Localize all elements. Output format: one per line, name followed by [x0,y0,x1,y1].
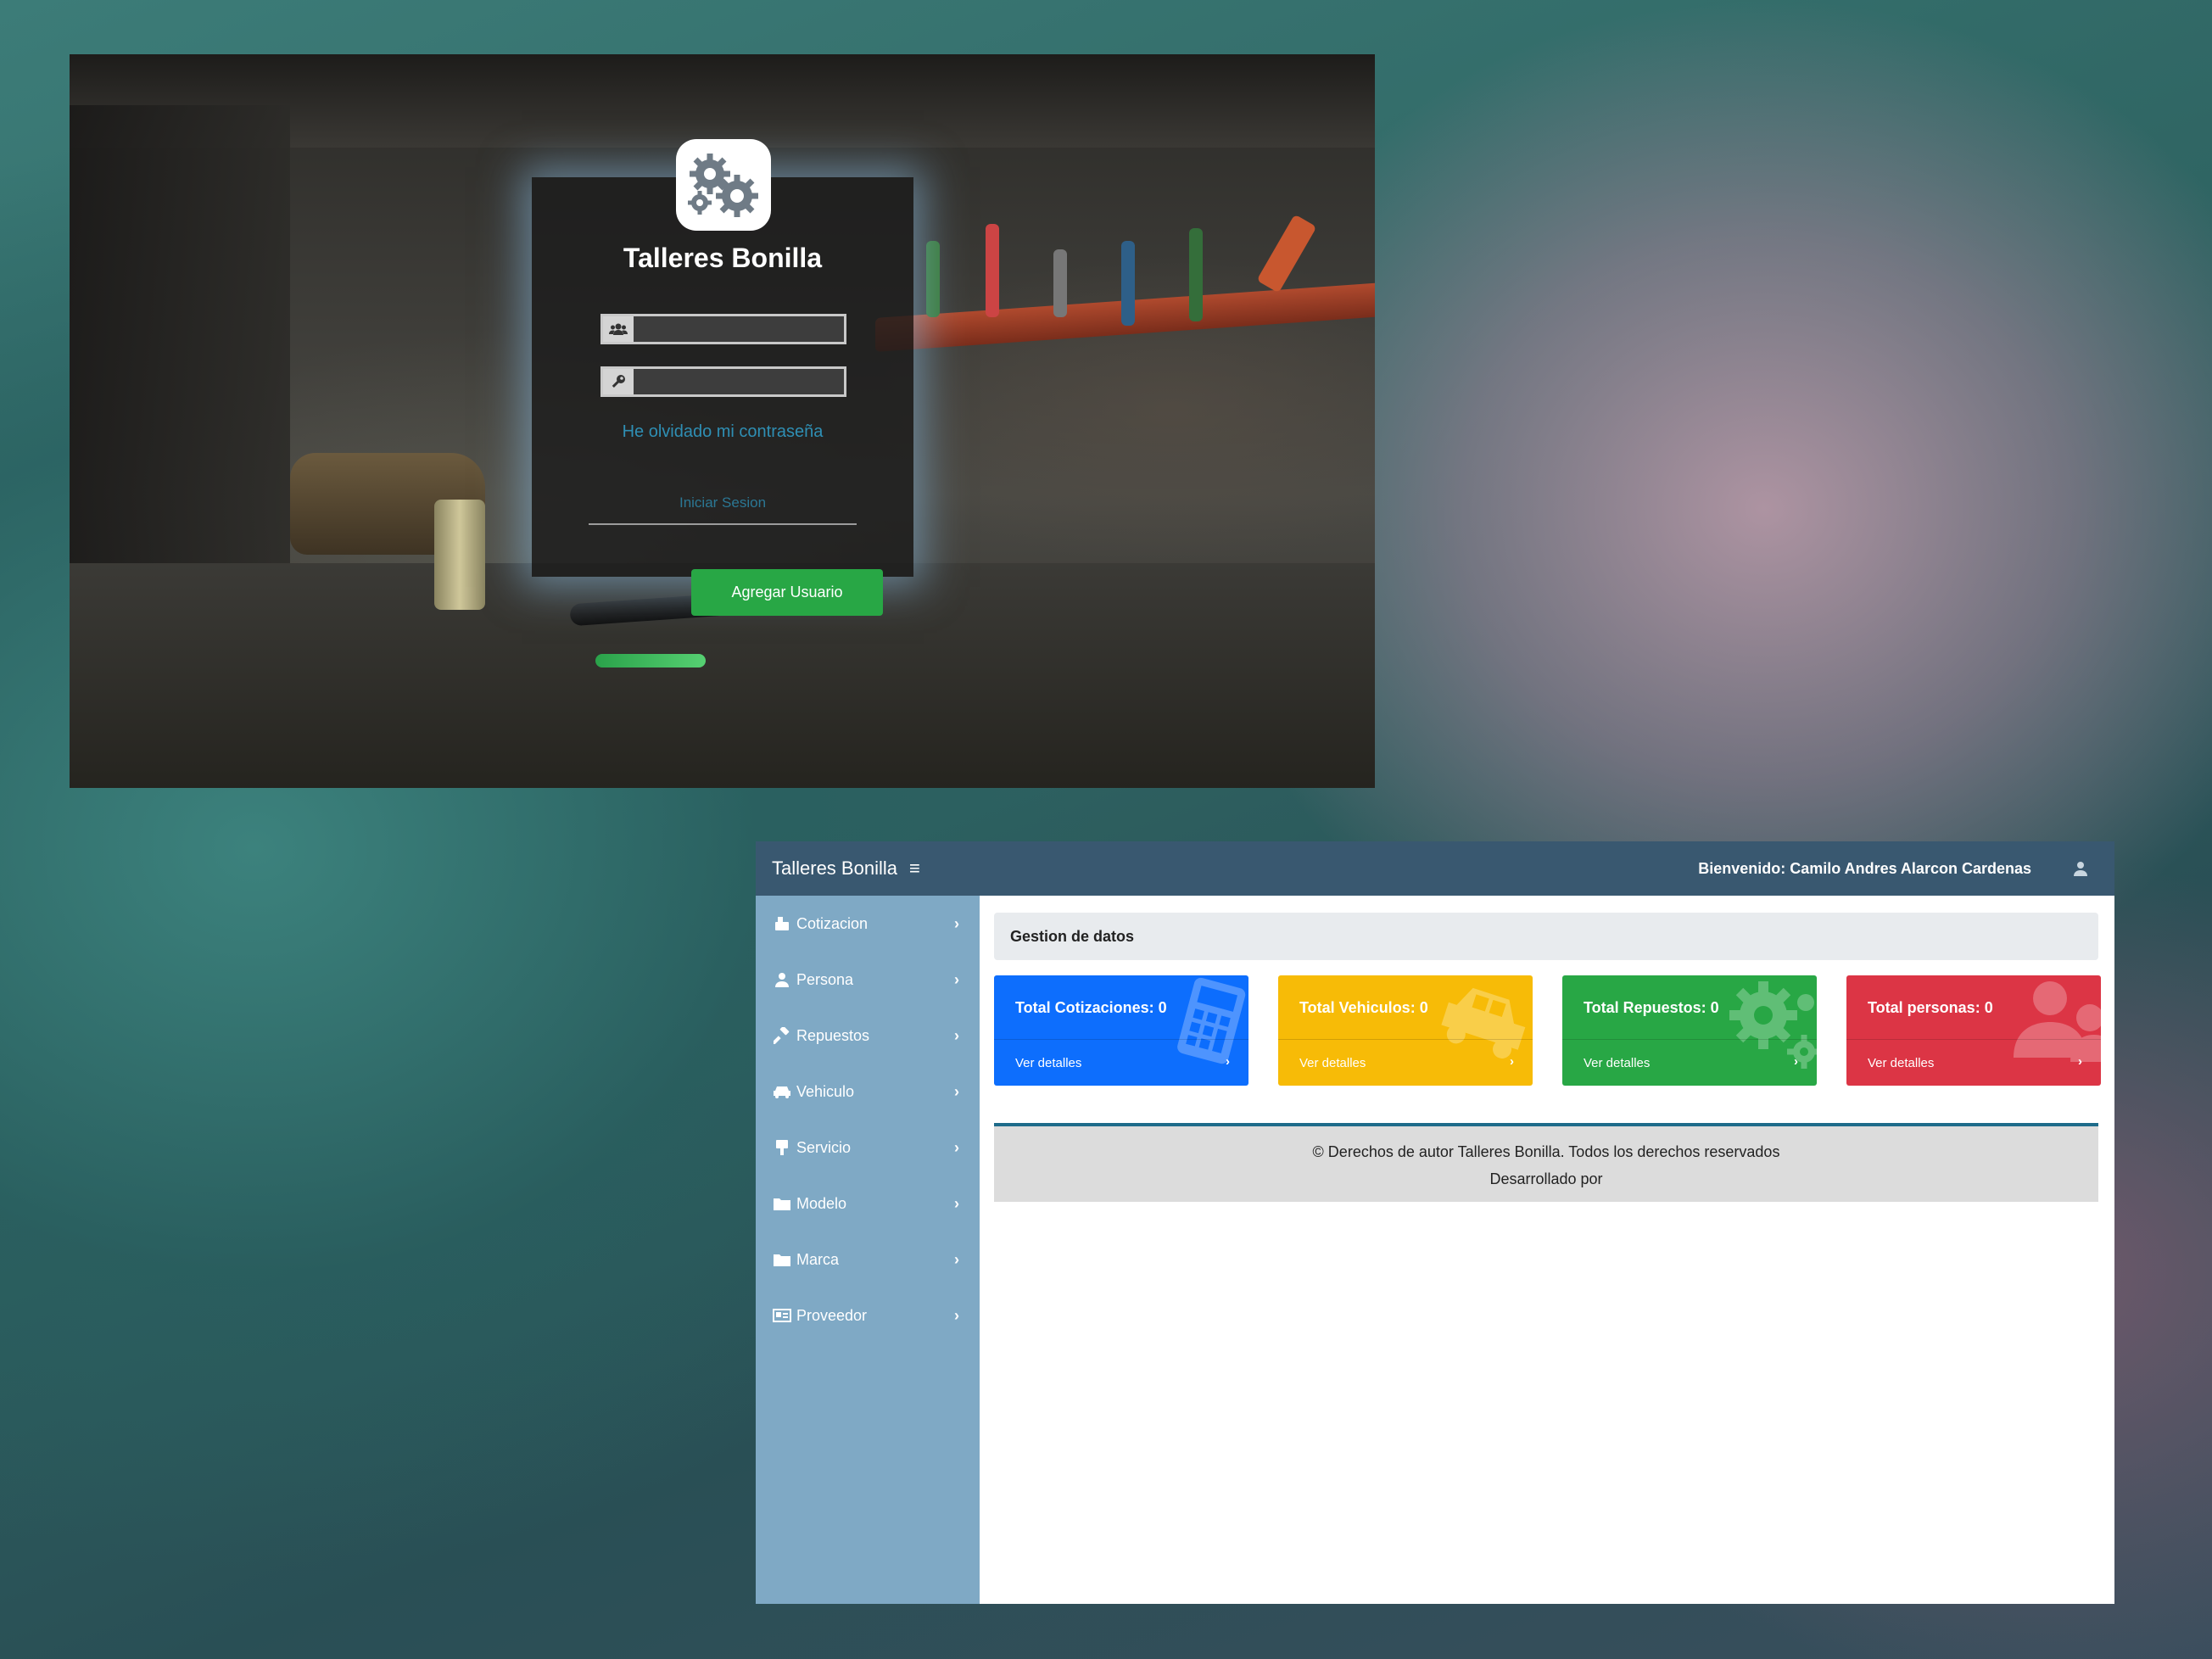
chevron-right-icon: › [2078,1054,2082,1069]
dashboard-screenshot: Talleres Bonilla ≡ Bienvenido: Camilo An… [756,841,2114,1604]
password-field[interactable] [600,366,846,397]
card-total: Total Repuestos: 0 [1584,999,1719,1016]
card-total: Total Cotizaciones: 0 [1015,999,1167,1016]
chevron-right-icon: › [954,1250,959,1268]
topbar-brand[interactable]: Talleres Bonilla [772,857,897,880]
password-input[interactable] [634,369,844,394]
person-icon [773,972,791,987]
sidebar-item-modelo[interactable]: Modelo › [756,1182,980,1225]
card-details-link[interactable]: Ver detalles [1299,1056,1366,1070]
sidebar-item-vehiculo[interactable]: Vehiculo › [756,1070,980,1113]
chevron-right-icon: › [954,1306,959,1324]
login-screenshot: Talleres Bonilla He olvidado mi contrase… [70,54,1375,788]
background-screwdriver [926,241,940,317]
menu-toggle-icon[interactable]: ≡ [909,857,920,880]
card-personas[interactable]: Total personas: 0 Ver detalles › [1846,975,2101,1086]
background-marker [595,654,706,668]
folder-icon [773,1253,791,1266]
username-field[interactable] [600,314,846,344]
login-button[interactable]: Iniciar Sesion [589,494,857,525]
background-screwdriver [1256,214,1317,293]
background-screwdriver [986,224,999,317]
sidebar-item-repuestos[interactable]: Repuestos › [756,1014,980,1057]
car-icon [773,1085,791,1098]
sidebar-item-label: Servicio [796,1138,852,1156]
background-screwdriver [1121,241,1135,326]
card-repuestos[interactable]: Total Repuestos: 0 Ver detalles › [1562,975,1817,1086]
sidebar: Cotizacion › Persona › Repuestos › Vehic… [756,896,980,1604]
sidebar-item-label: Proveedor [796,1306,868,1324]
background-screwdriver [1189,228,1203,321]
users-icon [2009,977,2101,1066]
chevron-right-icon: › [1794,1054,1798,1069]
card-total: Total personas: 0 [1868,999,1993,1016]
sidebar-item-label: Cotizacion [796,914,869,932]
sidebar-item-label: Persona [796,970,854,988]
card-vehiculos[interactable]: Total Vehiculos: 0 Ver detalles › [1278,975,1533,1086]
card-details-link[interactable]: Ver detalles [1015,1056,1081,1070]
chevron-right-icon: › [954,914,959,932]
background-can [434,500,485,610]
card-divider [1562,1039,1817,1040]
chevron-right-icon: › [1510,1054,1514,1069]
chevron-right-icon: › [954,1026,959,1044]
key-icon [603,369,634,394]
forgot-password-link[interactable]: He olvidado mi contraseña [532,422,913,442]
card-total: Total Vehiculos: 0 [1299,999,1428,1016]
chevron-right-icon: › [954,1138,959,1156]
background-wall [70,105,290,580]
card-divider [994,1039,1248,1040]
user-icon[interactable] [2072,860,2089,881]
footer-copyright: © Derechos de autor Talleres Bonilla. To… [1312,1143,1780,1160]
card-details-link[interactable]: Ver detalles [1584,1056,1650,1070]
chevron-right-icon: › [954,970,959,988]
card-divider [1278,1039,1533,1040]
section-title: Gestion de datos [994,913,2098,960]
sidebar-item-marca[interactable]: Marca › [756,1238,980,1281]
car-icon [1441,977,1533,1066]
sidebar-item-label: Repuestos [796,1026,870,1044]
topbar: Talleres Bonilla ≡ Bienvenido: Camilo An… [756,841,2114,896]
background-screwdriver [1053,249,1067,317]
servicio-icon [773,1140,791,1155]
sidebar-item-label: Vehiculo [796,1082,855,1100]
chevron-right-icon: › [954,1082,959,1100]
sidebar-item-label: Marca [796,1250,840,1268]
sidebar-item-persona[interactable]: Persona › [756,958,980,1001]
id-card-icon [773,1309,791,1322]
cotizacion-icon [773,916,791,931]
calculator-icon [1170,977,1248,1070]
folder-icon [773,1197,791,1210]
footer-developer: Desarrollado por [1489,1170,1603,1187]
users-icon [603,316,634,342]
card-details-link[interactable]: Ver detalles [1868,1056,1934,1070]
sidebar-item-label: Modelo [796,1194,847,1212]
sidebar-item-cotizacion[interactable]: Cotizacion › [756,902,980,945]
footer: © Derechos de autor Talleres Bonilla. To… [994,1123,2098,1202]
chevron-right-icon: › [954,1194,959,1212]
add-user-button[interactable]: Agregar Usuario [691,569,883,616]
card-divider [1846,1039,2101,1040]
main-content: Gestion de datos Total Cotizaciones: 0 V… [980,896,2114,1604]
login-title: Talleres Bonilla [623,243,823,273]
gears-icon [1729,977,1817,1075]
chevron-right-icon: › [1226,1054,1230,1069]
card-cotizaciones[interactable]: Total Cotizaciones: 0 Ver detalles › [994,975,1248,1086]
sidebar-item-servicio[interactable]: Servicio › [756,1126,980,1169]
welcome-text: Bienvenido: Camilo Andres Alarcon Carden… [1698,859,2031,877]
username-input[interactable] [634,316,844,342]
gears-icon [676,139,771,231]
hammer-icon [773,1027,791,1044]
sidebar-item-proveedor[interactable]: Proveedor › [756,1294,980,1337]
